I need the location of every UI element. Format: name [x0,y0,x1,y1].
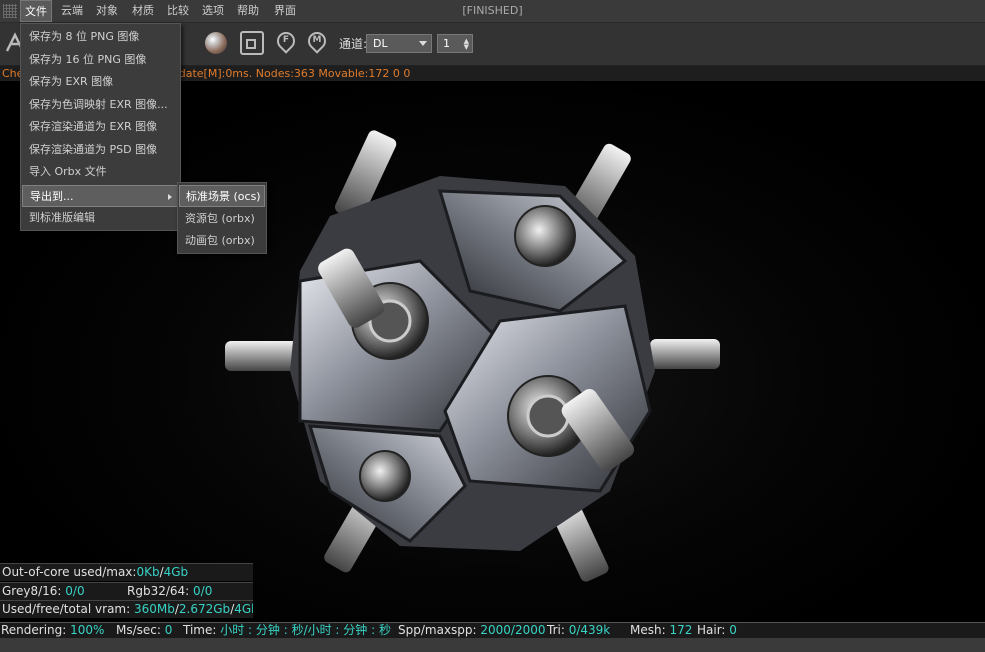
menu-item-export-to[interactable]: 导出到... [22,185,179,207]
status-time: Time: 小时 : 分钟 : 秒/小时 : 分钟 : 秒 [183,623,391,638]
menu-material[interactable]: 材质 [128,0,158,22]
chevron-down-icon [419,41,427,46]
menu-item-save-tonemapped-exr[interactable]: 保存为色调映射 EXR 图像... [22,94,179,116]
menubar: 文件 云端 对象 材质 比较 选项 帮助 界面 [FINISHED] [0,0,985,23]
submenu-item-orbx-package[interactable]: 资源包 (orbx) [179,208,265,230]
stat-vram-free: 2.672Gb [178,602,231,616]
channel-spinbox[interactable]: 1 ▲ ▼ [437,34,473,53]
stat-rgb-value: 0/0 [193,584,213,598]
status-line-right: odate[M]:0ms. Nodes:363 Movable:172 0 0 [172,67,411,80]
status-rendering-label: Rendering: [1,623,71,637]
menu-item-save-passes-psd[interactable]: 保存渲染通道为 PSD 图像 [22,139,179,161]
status-hair-label: Hair: [697,623,730,637]
status-mesh-label: Mesh: [630,623,670,637]
menu-item-save-passes-exr[interactable]: 保存渲染通道为 EXR 图像 [22,116,179,138]
stat-out-of-core-label: Out-of-core used/max: [2,565,137,579]
status-spp: Spp/maxspp: 2000/2000 [398,623,546,638]
spin-arrows-icon[interactable]: ▲ ▼ [464,38,469,51]
status-tri-label: Tri: [547,623,569,637]
status-tri: Tri: 0/439k [547,623,610,638]
status-mesh-value: 172 [669,623,693,637]
status-spp-value: 2000/2000 [480,623,546,637]
status-hair-value: 0 [729,623,737,637]
menu-compare[interactable]: 比较 [163,0,193,22]
stat-vram-label: Used/free/total vram: [2,602,134,616]
status-tri-value: 0/439k [568,623,611,637]
menu-options[interactable]: 选项 [198,0,228,22]
spinbox-value: 1 [443,37,450,50]
status-rendering: Rendering: 100% [1,623,104,638]
submenu-item-orbx-animation[interactable]: 动画包 (orbx) [179,230,265,252]
region-icon[interactable] [240,31,264,55]
menu-item-save-png8[interactable]: 保存为 8 位 PNG 图像 [22,26,179,48]
file-menu-dropdown: 保存为 8 位 PNG 图像 保存为 16 位 PNG 图像 保存为 EXR 图… [20,23,181,231]
chevron-right-icon [168,194,172,200]
status-rendering-value: 100% [70,623,105,637]
channel-select[interactable]: DL [366,34,432,53]
stat-grey-label: Grey8/16: [2,584,66,598]
menu-cloud[interactable]: 云端 [57,0,87,22]
render-status-bar: Rendering: 100% Ms/sec: 0 Time: 小时 : 分钟 … [0,622,985,638]
menu-interface[interactable]: 界面 [270,0,300,22]
stat-rgb: Rgb32/64: 0/0 [127,583,212,600]
pin-m-letter: M [312,35,322,45]
stat-out-of-core-used: 0Kb [136,565,160,579]
channel-label: 通道: [339,37,368,51]
status-mesh: Mesh: 172 [630,623,692,638]
stat-out-of-core: Out-of-core used/max:0Kb/4Gb [0,563,253,581]
stat-grey-value: 0/0 [65,584,85,598]
export-submenu: 标准场景 (ocs) 资源包 (orbx) 动画包 (orbx) [177,182,267,254]
stat-rgb-label: Rgb32/64: [127,584,194,598]
stat-textures: Grey8/16: 0/0 Rgb32/64: 0/0 [0,582,253,600]
stat-vram: Used/free/total vram: 360Mb/2.672Gb/4Gb [0,600,253,618]
menu-item-export-to-label: 导出到... [30,190,74,203]
status-ms: Ms/sec: 0 [116,623,172,638]
menu-object[interactable]: 对象 [92,0,122,22]
status-hair: Hair: 0 [697,623,737,638]
submenu-item-ocs-scene[interactable]: 标准场景 (ocs) [179,185,265,207]
channel-select-value: DL [373,37,388,50]
stat-vram-used: 360Mb [133,602,175,616]
menu-file[interactable]: 文件 [20,0,52,22]
menu-item-to-standalone[interactable]: 到标准版编辑 [22,207,179,229]
stat-vram-total: 4Gb [234,602,253,616]
menu-help[interactable]: 帮助 [233,0,263,22]
menu-item-save-exr[interactable]: 保存为 EXR 图像 [22,71,179,93]
footer-bar [0,638,985,652]
pin-f-letter: F [282,35,290,45]
status-spp-label: Spp/maxspp: [398,623,481,637]
grip-icon[interactable] [3,4,17,18]
menu-item-save-png16[interactable]: 保存为 16 位 PNG 图像 [22,49,179,71]
status-ms-label: Ms/sec: [116,623,165,637]
material-sphere-icon[interactable] [205,32,227,54]
status-time-value: 小时 : 分钟 : 秒/小时 : 分钟 : 秒 [220,623,391,637]
stat-out-of-core-max: 4Gb [163,565,189,579]
status-ms-value: 0 [164,623,173,637]
status-time-label: Time: [183,623,221,637]
menu-item-import-orbx[interactable]: 导入 Orbx 文件 [22,161,179,183]
